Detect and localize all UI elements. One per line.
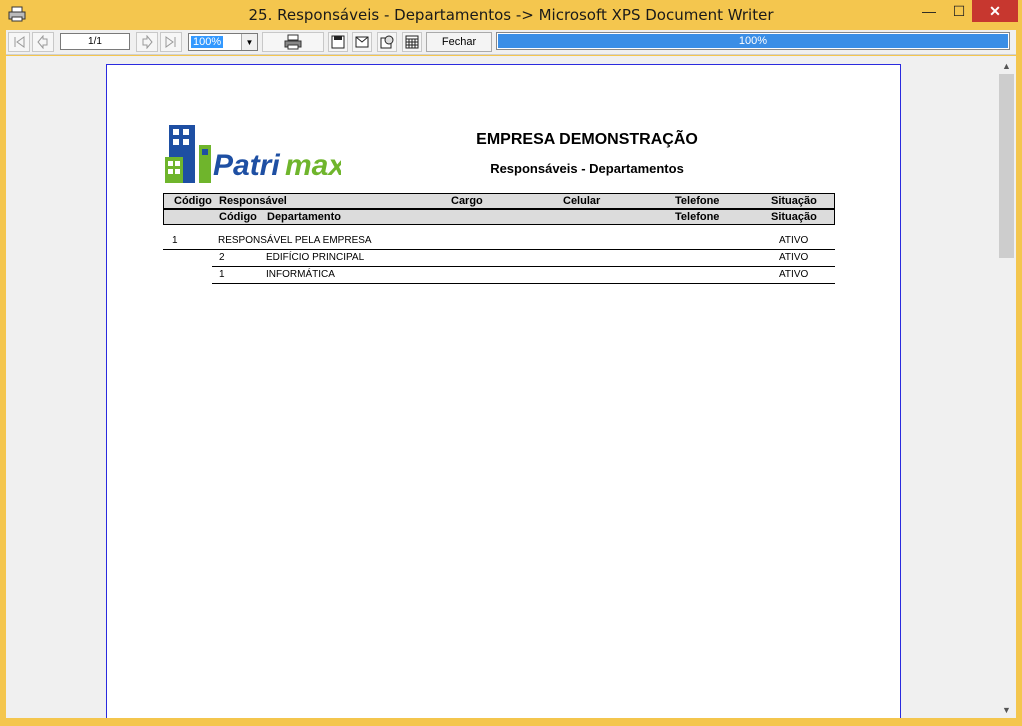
department-codigo: 2 — [219, 252, 225, 263]
department-nome: EDIFÍCIO PRINCIPAL — [266, 252, 365, 263]
page-number-input[interactable]: 1/1 — [60, 33, 130, 50]
report-title: Responsáveis - Departamentos — [490, 161, 684, 176]
company-name: EMPRESA DEMONSTRAÇÃO — [476, 131, 698, 148]
row-divider — [212, 283, 835, 284]
row-divider — [163, 249, 835, 250]
column-header-responsible: Código Responsável Cargo Celular Telefon… — [163, 193, 835, 209]
chevron-down-icon[interactable]: ▼ — [241, 34, 257, 50]
department-situacao: ATIVO — [779, 269, 809, 280]
email-icon — [355, 36, 369, 48]
patrimax-logo: Patri max — [165, 125, 341, 183]
first-page-icon — [14, 36, 25, 48]
header-dept-telefone: Telefone — [675, 211, 720, 223]
print-button[interactable] — [262, 32, 324, 52]
close-report-button[interactable]: Fechar — [426, 32, 492, 52]
responsible-situacao: ATIVO — [779, 235, 809, 246]
header-codigo: Código — [174, 195, 212, 207]
minimize-button[interactable]: — — [912, 0, 946, 22]
last-page-button[interactable] — [160, 32, 182, 52]
department-nome: INFORMÁTICA — [266, 269, 335, 280]
department-situacao: ATIVO — [779, 252, 809, 263]
progress-bar: 100% — [496, 32, 1010, 50]
scroll-down-icon[interactable]: ▼ — [997, 702, 1016, 718]
email-button[interactable] — [352, 32, 372, 52]
next-page-button[interactable] — [136, 32, 158, 52]
header-celular: Celular — [563, 195, 601, 207]
responsible-nome: RESPONSÁVEL PELA EMPRESA — [218, 235, 372, 246]
print-icon — [284, 34, 302, 50]
scroll-up-icon[interactable]: ▲ — [997, 58, 1016, 74]
previous-page-button[interactable] — [32, 32, 54, 52]
last-page-icon — [165, 36, 176, 48]
first-page-button[interactable] — [8, 32, 30, 52]
header-departamento: Departamento — [267, 211, 341, 223]
header-dept-situacao: Situação — [771, 211, 817, 223]
scroll-thumb[interactable] — [999, 74, 1014, 258]
zoom-select[interactable]: 100% ▼ — [188, 33, 258, 51]
previous-page-icon — [37, 35, 48, 49]
save-button[interactable] — [328, 32, 348, 52]
zoom-value: 100% — [191, 36, 224, 48]
window-title: 25. Responsáveis - Departamentos -> Micr… — [248, 6, 774, 24]
progress-text: 100% — [738, 35, 768, 47]
title-bar[interactable]: 25. Responsáveis - Departamentos -> Micr… — [0, 0, 1022, 30]
export-icon — [380, 35, 394, 49]
vertical-scrollbar[interactable]: ▲ ▼ — [997, 56, 1016, 718]
report-viewport[interactable]: Patri max EMPRESA DEMONSTRAÇÃO Responsáv… — [6, 56, 997, 718]
setup-icon — [405, 35, 419, 49]
row-divider — [212, 266, 835, 267]
setup-button[interactable] — [402, 32, 422, 52]
report-page: Patri max EMPRESA DEMONSTRAÇÃO Responsáv… — [106, 64, 901, 718]
header-situacao: Situação — [771, 195, 817, 207]
close-window-button[interactable]: ✕ — [972, 0, 1018, 22]
department-codigo: 1 — [219, 269, 225, 280]
responsible-codigo: 1 — [172, 235, 178, 246]
save-icon — [331, 35, 345, 49]
header-telefone: Telefone — [675, 195, 720, 207]
next-page-icon — [142, 35, 153, 49]
header-dept-codigo: Código — [219, 211, 257, 223]
toolbar: 1/1 100% ▼ Fechar 100% — [6, 30, 1016, 55]
svg-text:Patri: Patri — [213, 149, 280, 182]
column-header-department: Código Departamento Telefone Situação — [163, 209, 835, 225]
svg-text:max: max — [285, 149, 341, 182]
export-button[interactable] — [377, 32, 397, 52]
header-responsavel: Responsável — [219, 195, 287, 207]
maximize-button[interactable]: ☐ — [946, 0, 972, 22]
header-cargo: Cargo — [451, 195, 483, 207]
report-window: 25. Responsáveis - Departamentos -> Micr… — [0, 0, 1022, 726]
